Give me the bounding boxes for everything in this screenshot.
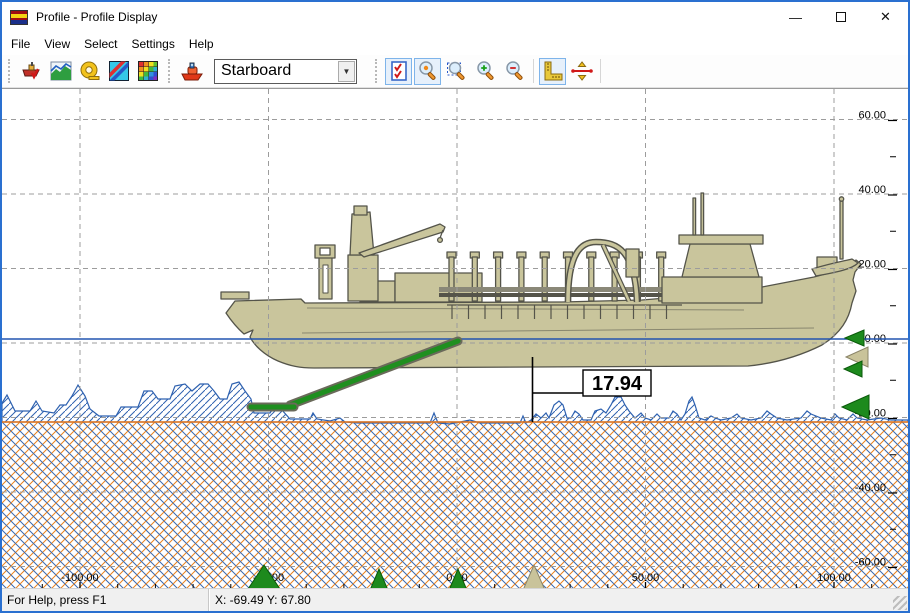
stern-gantry [812, 197, 858, 276]
app-window: Profile - Profile Display — ✕ File View … [0, 0, 910, 613]
svg-text:-100.00: -100.00 [61, 572, 98, 584]
cross-section-display-button[interactable] [105, 58, 132, 85]
maximize-button[interactable] [818, 2, 863, 32]
zoom-out-button[interactable] [501, 58, 528, 85]
minimize-button[interactable]: — [773, 2, 818, 32]
ruler-icon [542, 60, 564, 82]
menu-bar: File View Select Settings Help [2, 32, 908, 55]
subsoil-crosshatch [2, 422, 908, 588]
vessel-display-button[interactable] [18, 58, 45, 85]
dredger-ship [221, 193, 861, 368]
chevron-down-icon[interactable]: ▼ [338, 61, 355, 82]
bridge-superstructure [662, 193, 763, 303]
profile-chart-display-button[interactable] [47, 58, 74, 85]
status-help: For Help, press F1 [2, 589, 208, 611]
boat-icon [180, 59, 204, 83]
menu-file[interactable]: File [4, 34, 37, 54]
profile-chart-icon [50, 60, 72, 82]
menu-settings[interactable]: Settings [125, 34, 182, 54]
svg-text:60.00: 60.00 [858, 110, 886, 122]
toolbar-grip[interactable] [375, 59, 380, 83]
app-icon [10, 10, 28, 25]
menu-select[interactable]: Select [77, 34, 124, 54]
options-checklist-button[interactable] [385, 58, 412, 85]
zoom-out-icon [504, 60, 526, 82]
zoom-point-icon [417, 60, 439, 82]
zoom-in-icon [475, 60, 497, 82]
menu-help[interactable]: Help [182, 34, 221, 54]
close-button[interactable]: ✕ [863, 2, 908, 32]
measurement-value: 17.94 [592, 373, 643, 395]
cross-section-icon [108, 60, 130, 82]
status-bar: For Help, press F1 X: -69.49 Y: 67.80 [2, 588, 908, 611]
status-coordinates: X: -69.49 Y: 67.80 [209, 589, 908, 611]
funnel [682, 244, 759, 277]
menu-view[interactable]: View [37, 34, 77, 54]
resize-grip[interactable] [893, 596, 907, 610]
svg-text:-40.00: -40.00 [855, 482, 886, 494]
zoom-in-button[interactable] [472, 58, 499, 85]
bow-ledge [221, 292, 249, 299]
matrix-display-button[interactable] [134, 58, 161, 85]
view-selector-value: Starboard [215, 62, 338, 80]
view-selector-combobox[interactable]: Starboard ▼ [214, 59, 357, 84]
zoom-point-button[interactable] [414, 58, 441, 85]
window-title: Profile - Profile Display [36, 10, 157, 24]
tape-icon [79, 60, 101, 82]
fore-mast [315, 245, 335, 299]
toolbar: Starboard ▼ [2, 55, 908, 88]
vessel-select-button[interactable] [178, 58, 205, 85]
profile-chart[interactable]: 60.0040.0020.000.00-20.00-40.00-60.00-10… [2, 88, 908, 588]
svg-text:20.00: 20.00 [858, 259, 886, 271]
zoom-window-button[interactable] [443, 58, 470, 85]
svg-text:40.00: 40.00 [858, 184, 886, 196]
zoom-window-icon [446, 60, 468, 82]
toolbar-grip[interactable] [168, 59, 173, 83]
vessel-display-icon [21, 60, 43, 82]
svg-text:-60.00: -60.00 [855, 557, 886, 569]
ruler-button[interactable] [539, 58, 566, 85]
measure-distance-button[interactable] [568, 58, 595, 85]
profile-plot[interactable]: 60.0040.0020.000.00-20.00-40.00-60.00-10… [2, 89, 908, 588]
measure-distance-icon [570, 60, 594, 82]
title-bar: Profile - Profile Display — ✕ [2, 2, 908, 32]
matrix-icon [137, 60, 159, 82]
svg-text:50.00: 50.00 [632, 572, 660, 584]
svg-text:100.00: 100.00 [817, 572, 851, 584]
maximize-icon [836, 12, 846, 22]
tape-display-button[interactable] [76, 58, 103, 85]
toolbar-grip[interactable] [8, 59, 13, 83]
checklist-icon [388, 60, 410, 82]
